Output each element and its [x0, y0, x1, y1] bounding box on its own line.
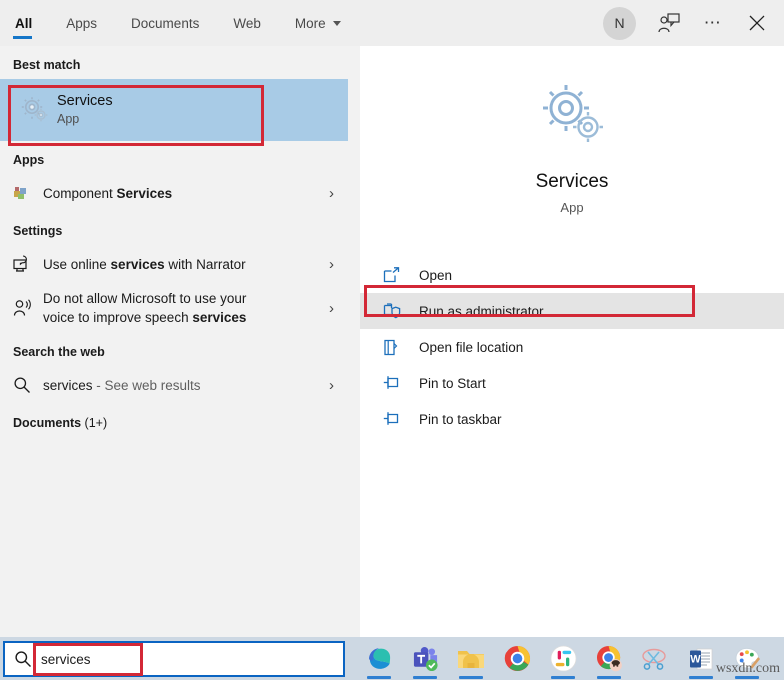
search-input-value[interactable]: services [41, 652, 91, 667]
action-pin-to-taskbar[interactable]: Pin to taskbar [360, 401, 784, 437]
group-header-search-the-web: Search the web [13, 345, 105, 359]
taskbar-icon-google-chrome-profile[interactable] [586, 637, 632, 680]
result-narrator-online-services[interactable]: Use online services with Narrator › [0, 245, 348, 283]
taskbar-icon-google-chrome[interactable] [494, 637, 540, 680]
taskbar-search-box[interactable]: services [3, 641, 345, 677]
tab-apps[interactable]: Apps [64, 0, 111, 46]
search-filter-tabs: All Apps Documents Web More [0, 0, 373, 46]
avatar-initial: N [614, 15, 625, 31]
gears-icon [13, 96, 57, 124]
tab-more-label: More [294, 15, 326, 31]
action-open[interactable]: Open [360, 257, 784, 293]
best-match-subtitle: App [57, 112, 80, 126]
chevron-right-icon[interactable]: › [329, 377, 334, 394]
results-list: Best match Services App Apps Component S… [0, 46, 348, 637]
action-label: Open [419, 267, 453, 283]
action-label: Pin to Start [419, 375, 486, 391]
action-label: Run as administrator [419, 303, 544, 319]
best-match-title: Services [57, 93, 113, 109]
open-window-icon [383, 267, 419, 283]
result-label: Component Services [43, 185, 173, 201]
preview-app-title: Services [535, 171, 609, 192]
taskbar-running-indicator [597, 676, 621, 679]
chevron-right-icon[interactable]: › [329, 256, 334, 273]
tab-documents[interactable]: Documents [129, 0, 213, 46]
taskbar-icon-microsoft-teams[interactable] [402, 637, 448, 680]
shield-admin-icon [383, 303, 419, 319]
gears-icon [360, 84, 784, 146]
speech-person-icon [13, 299, 43, 317]
svg-text:W: W [690, 653, 701, 665]
narrator-monitor-icon [13, 255, 43, 273]
taskbar-app-icons: W [356, 637, 770, 680]
tab-all[interactable]: All [13, 0, 46, 46]
folder-location-icon [383, 339, 419, 356]
tab-all-label: All [15, 15, 33, 31]
taskbar-running-indicator [459, 676, 483, 679]
best-match-text: Services App [57, 92, 113, 128]
result-component-services[interactable]: Component Services › [0, 174, 348, 212]
chevron-right-icon[interactable]: › [329, 185, 334, 202]
result-speech-services[interactable]: Do not allow Microsoft to use your voice … [0, 283, 348, 333]
result-label: Use online services with Narrator [43, 256, 246, 272]
action-pin-to-start[interactable]: Pin to Start [360, 365, 784, 401]
component-services-icon [13, 185, 43, 202]
pin-icon [383, 411, 419, 427]
ellipsis-icon[interactable]: ⋯ [702, 12, 724, 34]
search-flyout-root: All Apps Documents Web More N ⋯ Best mat… [0, 0, 784, 680]
watermark: wsxdn.com [715, 661, 780, 676]
avatar[interactable]: N [603, 6, 636, 40]
chevron-right-icon[interactable]: › [329, 300, 334, 317]
person-feedback-icon[interactable] [658, 12, 680, 34]
action-label: Pin to taskbar [419, 411, 502, 427]
chevron-down-icon [332, 20, 341, 26]
search-header: All Apps Documents Web More N ⋯ [0, 0, 784, 46]
search-icon [13, 376, 43, 394]
group-header-best-match: Best match [13, 58, 81, 72]
best-match-result-services[interactable]: Services App [0, 79, 348, 141]
preview-app-subtitle: App [560, 200, 584, 215]
taskbar-running-indicator [689, 676, 713, 679]
tab-web[interactable]: Web [231, 0, 275, 46]
tab-web-label: Web [233, 15, 261, 31]
preview-pane: Services App Open Run as administrator O… [360, 46, 784, 637]
action-open-file-location[interactable]: Open file location [360, 329, 784, 365]
search-icon [5, 650, 41, 668]
preview-actions: Open Run as administrator Open file loca… [360, 257, 784, 437]
taskbar-running-indicator [413, 676, 437, 679]
action-label: Open file location [419, 339, 524, 355]
action-run-as-administrator[interactable]: Run as administrator [360, 293, 784, 329]
pin-icon [383, 375, 419, 391]
tab-documents-label: Documents [131, 15, 200, 31]
taskbar-running-indicator [551, 676, 575, 679]
group-header-documents: Documents (1+) [13, 416, 108, 430]
taskbar-icon-slack[interactable] [540, 637, 586, 680]
taskbar-icon-file-explorer[interactable] [448, 637, 494, 680]
group-header-settings: Settings [13, 224, 63, 238]
taskbar-running-indicator [367, 676, 391, 679]
header-actions: N ⋯ [603, 6, 784, 40]
preview-hero: Services App [360, 46, 784, 215]
result-label: services - See web results [43, 377, 201, 393]
group-header-apps: Apps [13, 153, 45, 167]
result-web-search-services[interactable]: services - See web results › [0, 366, 348, 404]
result-label: Do not allow Microsoft to use your voice … [43, 291, 247, 325]
taskbar-icon-snipping-tool[interactable] [632, 637, 678, 680]
taskbar-icon-microsoft-edge[interactable] [356, 637, 402, 680]
tab-apps-label: Apps [66, 15, 98, 31]
close-icon[interactable] [746, 12, 768, 34]
tab-more[interactable]: More [293, 0, 355, 46]
